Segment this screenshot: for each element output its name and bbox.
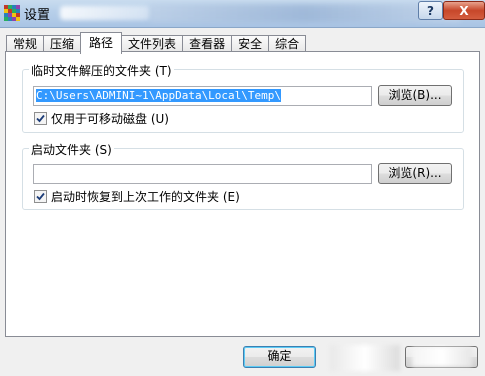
- help-icon: ?: [427, 3, 434, 18]
- ok-label: 确定: [267, 349, 292, 363]
- help-bottom-button-blurred: [412, 347, 472, 367]
- restore-last-folder-checkbox[interactable]: [34, 190, 47, 203]
- tab-label: 压缩: [50, 37, 75, 51]
- tab-paths[interactable]: 路径: [80, 32, 123, 54]
- tab-label: 常规: [13, 37, 38, 51]
- close-button[interactable]: X: [443, 1, 485, 20]
- winrar-app-icon: [4, 5, 20, 21]
- tab-label: 安全: [238, 37, 263, 51]
- tab-panel-paths: 临时文件解压的文件夹 (T) C:\Users\ADMINI~1\AppData…: [5, 51, 480, 337]
- title-bar: 设置 ? X: [0, 0, 485, 28]
- tab-label: 查看器: [189, 37, 226, 51]
- title-blurred-region-right: [150, 4, 460, 22]
- restore-last-folder-option[interactable]: 启动时恢复到上次工作的文件夹 (E): [34, 188, 240, 205]
- temp-folder-legend: 临时文件解压的文件夹 (T): [29, 62, 174, 79]
- browse-temp-button[interactable]: 浏览(B)...: [378, 85, 452, 106]
- browse-startup-label: 浏览(R)...: [388, 166, 442, 180]
- ok-button[interactable]: 确定: [243, 346, 316, 368]
- window-title: 设置: [24, 8, 51, 23]
- tab-label: 文件列表: [128, 37, 177, 51]
- temp-folder-input[interactable]: C:\Users\ADMINI~1\AppData\Local\Temp\: [33, 86, 372, 106]
- browse-startup-button[interactable]: 浏览(R)...: [378, 163, 452, 184]
- startup-folder-legend: 启动文件夹 (S): [29, 141, 114, 158]
- settings-tabs: 常规 压缩 路径 文件列表 查看器 安全 综合: [6, 32, 307, 54]
- title-blurred-region: [60, 6, 150, 20]
- checkmark-icon: [36, 192, 45, 201]
- checkmark-icon: [36, 114, 45, 123]
- tab-label: 综合: [275, 37, 300, 51]
- removable-only-checkbox[interactable]: [34, 112, 47, 125]
- temp-folder-value: C:\Users\ADMINI~1\AppData\Local\Temp\: [36, 89, 282, 102]
- browse-temp-label: 浏览(B)...: [388, 88, 442, 102]
- cancel-button-blurred[interactable]: [330, 345, 400, 371]
- removable-only-option[interactable]: 仅用于可移动磁盘 (U): [34, 110, 169, 127]
- removable-only-label: 仅用于可移动磁盘 (U): [51, 112, 169, 126]
- restore-last-folder-label: 启动时恢复到上次工作的文件夹 (E): [51, 190, 240, 204]
- help-button[interactable]: ?: [418, 1, 443, 20]
- tab-label: 路径: [89, 36, 114, 50]
- startup-folder-input[interactable]: [33, 164, 372, 184]
- close-icon: X: [459, 3, 469, 18]
